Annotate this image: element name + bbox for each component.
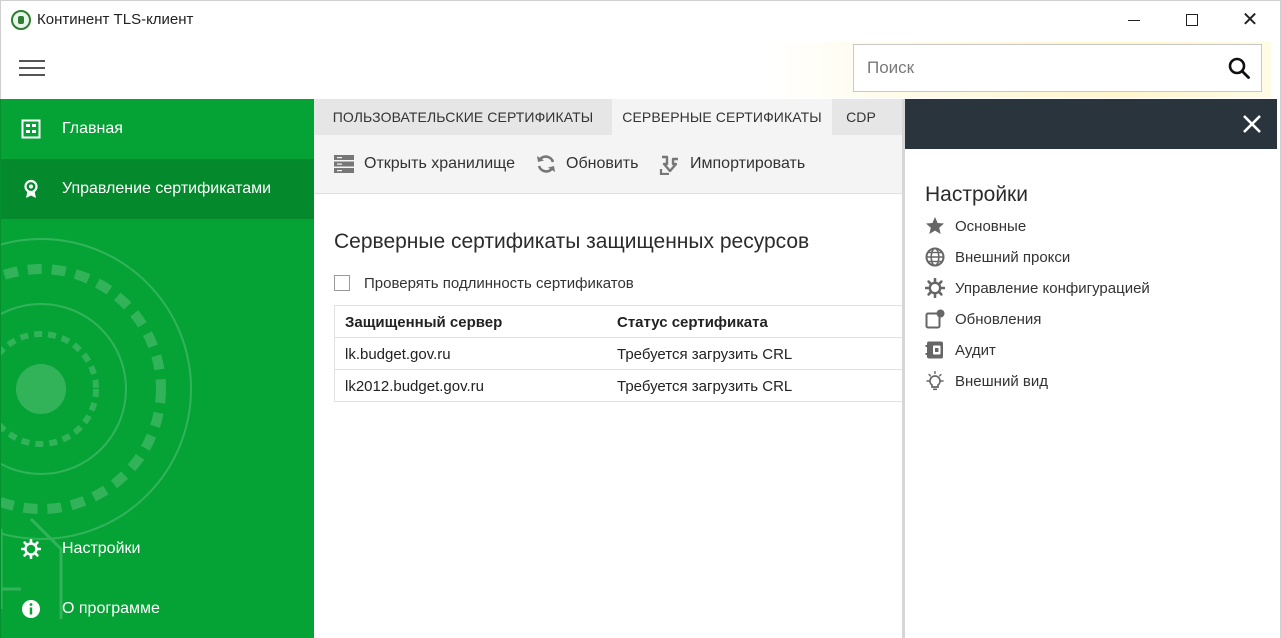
settings-item-label: Аудит (955, 341, 996, 359)
open-store-button[interactable]: Открыть хранилище (333, 152, 515, 176)
page-title: Серверные сертификаты защищенных ресурсо… (334, 230, 810, 253)
minimize-icon (1128, 19, 1140, 21)
server-certificates-table: Защищенный сервер Статус сертификата lk.… (334, 305, 904, 402)
search-box (853, 44, 1262, 92)
settings-item-general[interactable]: Основные (925, 215, 1026, 237)
settings-item-audit[interactable]: Аудит (925, 339, 996, 361)
tab-server-certificates[interactable]: СЕРВЕРНЫЕ СЕРТИФИКАТЫ (612, 99, 832, 135)
gear-icon (21, 539, 41, 559)
settings-item-label: Основные (955, 217, 1027, 235)
update-badge-icon (925, 309, 945, 329)
settings-item-label: Внешний вид (955, 372, 1048, 390)
tab-user-certificates[interactable]: ПОЛЬЗОВАТЕЛЬСКИЕ СЕРТИФИКАТЫ (314, 99, 612, 135)
sidebar: Главная Управление сертификатами Настрой… (0, 99, 314, 638)
app-logo-icon (11, 10, 31, 30)
tab-bar: ПОЛЬЗОВАТЕЛЬСКИЕ СЕРТИФИКАТЫ СЕРВЕРНЫЕ С… (314, 99, 904, 135)
window-title: Континент TLS-клиент (37, 11, 194, 28)
settings-item-label: Внешний прокси (955, 248, 1071, 266)
sidebar-item-settings[interactable]: Настройки (1, 519, 314, 579)
status-cell: Требуется загрузить CRL (617, 346, 793, 363)
settings-item-updates[interactable]: Обновления (925, 308, 1041, 330)
settings-panel: Настройки Основные Внешний прокси Управл… (905, 99, 1281, 638)
sidebar-item-about[interactable]: О программе (1, 579, 314, 638)
sidebar-item-label: Главная (62, 120, 123, 137)
sidebar-item-label: О программе (62, 600, 160, 617)
lightbulb-icon (926, 371, 944, 391)
import-label: Импортировать (690, 155, 806, 172)
main-content: ПОЛЬЗОВАТЕЛЬСКИЕ СЕРТИФИКАТЫ СЕРВЕРНЫЕ С… (314, 99, 904, 638)
minimize-button[interactable] (1105, 1, 1163, 39)
column-header-status: Статус сертификата (617, 314, 768, 331)
refresh-icon (537, 155, 555, 173)
verify-certificates-row[interactable]: Проверять подлинность сертификатов (334, 273, 634, 293)
toolbar: Открыть хранилище Обновить Импортировать (314, 135, 904, 194)
table-row[interactable]: lk2012.budget.gov.ru Требуется загрузить… (335, 370, 904, 402)
certificate-badge-icon (24, 179, 38, 198)
table-header-row: Защищенный сервер Статус сертификата (335, 306, 904, 338)
server-cell: lk2012.budget.gov.ru (345, 378, 484, 395)
sidebar-item-label: Управление сертификатами (62, 180, 272, 197)
maximize-button[interactable] (1163, 1, 1221, 39)
refresh-label: Обновить (566, 155, 639, 172)
star-icon (926, 217, 944, 234)
settings-item-configuration[interactable]: Управление конфигурацией (925, 277, 1150, 299)
top-bar (0, 38, 1281, 99)
globe-icon (925, 247, 945, 267)
search-icon[interactable] (1227, 56, 1251, 80)
close-window-button[interactable]: ✕ (1221, 1, 1279, 39)
table-row[interactable]: lk.budget.gov.ru Требуется загрузить CRL (335, 338, 904, 370)
hamburger-menu-icon[interactable] (19, 60, 45, 76)
info-icon (22, 600, 40, 618)
import-icon (659, 155, 678, 175)
settings-item-label: Обновления (955, 310, 1042, 328)
verify-certificates-label: Проверять подлинность сертификатов (364, 274, 634, 292)
close-icon[interactable] (1239, 111, 1265, 137)
import-button[interactable]: Импортировать (659, 152, 805, 176)
storage-icon (334, 155, 354, 173)
home-grid-icon (21, 119, 41, 139)
title-bar: Континент TLS-клиент ✕ (0, 0, 1281, 38)
maximize-icon (1186, 14, 1198, 26)
gear-icon (925, 278, 945, 298)
settings-panel-header (905, 99, 1277, 149)
sidebar-item-home[interactable]: Главная (1, 99, 314, 159)
sidebar-item-certificates[interactable]: Управление сертификатами (1, 159, 314, 219)
tab-cdp[interactable]: CDP (832, 99, 890, 135)
open-store-label: Открыть хранилище (364, 155, 516, 172)
audit-journal-icon (925, 341, 943, 359)
close-icon: ✕ (1241, 9, 1259, 31)
settings-panel-title: Настройки (925, 183, 1028, 206)
verify-certificates-checkbox[interactable] (334, 275, 350, 291)
settings-item-label: Управление конфигурацией (955, 279, 1150, 297)
search-input[interactable] (854, 45, 1214, 91)
settings-item-proxy[interactable]: Внешний прокси (925, 246, 1070, 268)
refresh-button[interactable]: Обновить (535, 152, 638, 176)
status-cell: Требуется загрузить CRL (617, 378, 793, 395)
sidebar-item-label: Настройки (62, 540, 141, 557)
server-cell: lk.budget.gov.ru (345, 346, 451, 363)
column-header-server: Защищенный сервер (345, 314, 503, 331)
settings-item-appearance[interactable]: Внешний вид (925, 370, 1048, 392)
